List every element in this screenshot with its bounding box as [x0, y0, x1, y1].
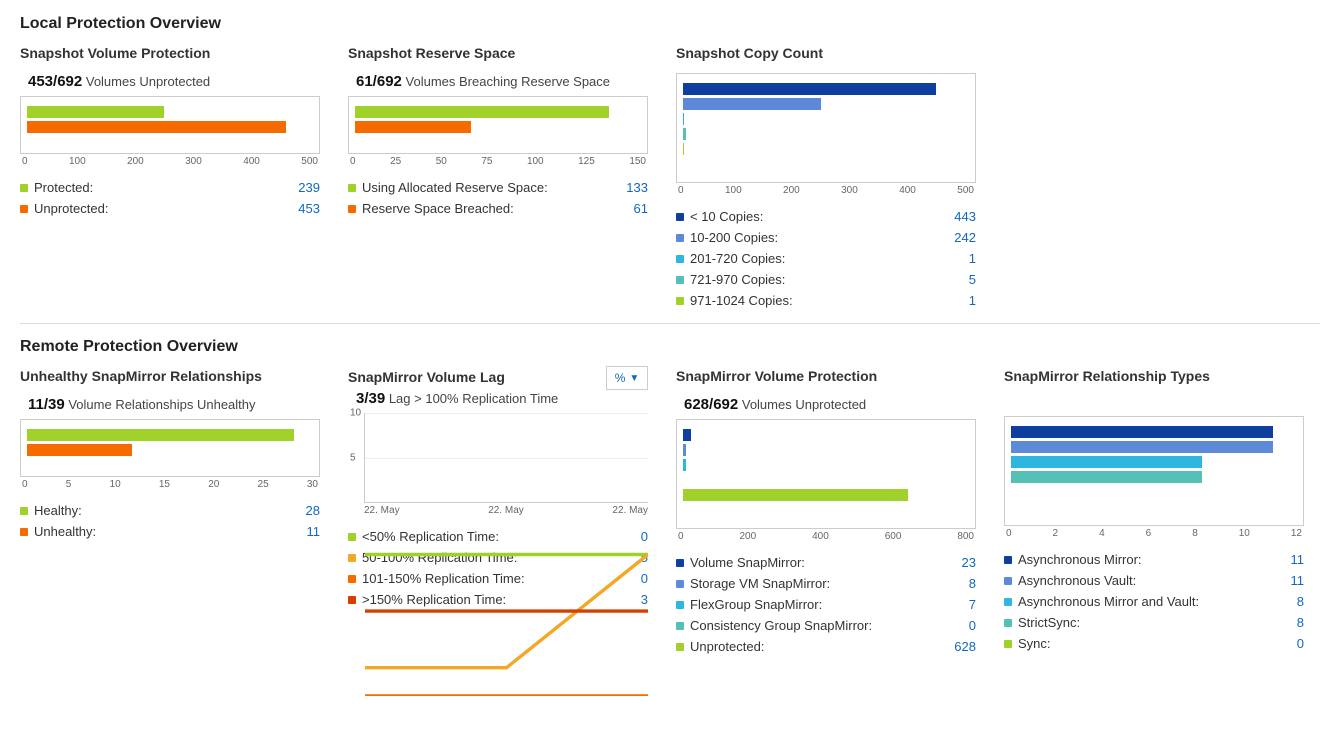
legend-value[interactable]: 453 — [298, 201, 320, 216]
legend-unprotected: Unprotected: — [20, 201, 108, 216]
summary: 3/39 Lag > 100% Replication Time — [356, 390, 648, 407]
legend-value[interactable]: 5 — [969, 272, 976, 287]
card-title: Snapshot Copy Count — [676, 45, 976, 61]
chart — [1004, 416, 1304, 526]
legend-value[interactable]: 239 — [298, 180, 320, 195]
summary: 628/692 Volumes Unprotected — [684, 396, 976, 413]
chart — [20, 419, 320, 477]
chart-line: 10 5 — [364, 413, 648, 503]
legend-item: < 10 Copies: — [676, 209, 763, 224]
chart — [20, 96, 320, 154]
legend-value[interactable]: 8 — [1297, 594, 1304, 609]
legend-item: Asynchronous Mirror: — [1004, 552, 1142, 567]
chart — [676, 73, 976, 183]
section-local-title: Local Protection Overview — [20, 15, 1320, 33]
legend-value[interactable]: 61 — [634, 201, 648, 216]
section-remote-title: Remote Protection Overview — [20, 338, 1320, 356]
legend-item: Unprotected: — [676, 639, 764, 654]
legend-protected: Protected: — [20, 180, 93, 195]
axis-ticks: 0255075100125150 — [348, 156, 648, 167]
summary: 61/692 Volumes Breaching Reserve Space — [356, 73, 648, 90]
card-snapshot-volume: Snapshot Volume Protection 453/692 Volum… — [20, 43, 320, 219]
legend-item: StrictSync: — [1004, 615, 1080, 630]
legend-value[interactable]: 628 — [954, 639, 976, 654]
axis-ticks: 0200400600800 — [676, 531, 976, 542]
legend-value[interactable]: 242 — [954, 230, 976, 245]
card-title: Unhealthy SnapMirror Relationships — [20, 368, 320, 384]
card-title: Snapshot Reserve Space — [348, 45, 648, 61]
legend-item: 721-970 Copies: — [676, 272, 785, 287]
legend-item: Asynchronous Mirror and Vault: — [1004, 594, 1199, 609]
legend-value[interactable]: 0 — [1297, 636, 1304, 651]
legend-value[interactable]: 11 — [1291, 573, 1305, 588]
card-rel-types: SnapMirror Relationship Types 024681012 … — [1004, 366, 1304, 654]
card-title: SnapMirror Relationship Types — [1004, 368, 1304, 384]
legend-value[interactable]: 11 — [1291, 552, 1305, 567]
chart — [676, 419, 976, 529]
legend-item: 201-720 Copies: — [676, 251, 785, 266]
legend-value[interactable]: 0 — [969, 618, 976, 633]
summary: 11/39 Volume Relationships Unhealthy — [28, 396, 320, 413]
card-copy-count: Snapshot Copy Count 0100200300400500 < 1… — [676, 43, 976, 311]
legend-item: Sync: — [1004, 636, 1051, 651]
legend-item: Asynchronous Vault: — [1004, 573, 1136, 588]
card-title: SnapMirror Volume Protection — [676, 368, 976, 384]
legend-item: FlexGroup SnapMirror: — [676, 597, 822, 612]
divider — [20, 323, 1320, 324]
card-unhealthy: Unhealthy SnapMirror Relationships 11/39… — [20, 366, 320, 542]
legend-value[interactable]: 8 — [969, 576, 976, 591]
summary: 453/692 Volumes Unprotected — [28, 73, 320, 90]
chart — [348, 96, 648, 154]
legend-item: Storage VM SnapMirror: — [676, 576, 830, 591]
legend-item: 10-200 Copies: — [676, 230, 778, 245]
legend-item: Consistency Group SnapMirror: — [676, 618, 872, 633]
axis-ticks: 0100200300400500 — [20, 156, 320, 167]
card-title: SnapMirror Volume Lag — [348, 369, 505, 385]
legend-value[interactable]: 7 — [969, 597, 976, 612]
legend-healthy: Healthy: — [20, 503, 82, 518]
legend-value[interactable]: 28 — [306, 503, 320, 518]
legend-using: Using Allocated Reserve Space: — [348, 180, 548, 195]
card-vol-protection: SnapMirror Volume Protection 628/692 Vol… — [676, 366, 976, 657]
legend-value[interactable]: 8 — [1297, 615, 1304, 630]
card-reserve-space: Snapshot Reserve Space 61/692 Volumes Br… — [348, 43, 648, 219]
legend-value[interactable]: 443 — [954, 209, 976, 224]
legend-value[interactable]: 1 — [969, 293, 976, 308]
legend-item: Volume SnapMirror: — [676, 555, 805, 570]
card-title: Snapshot Volume Protection — [20, 45, 320, 61]
legend-value[interactable]: 11 — [307, 524, 321, 539]
lag-unit-select[interactable]: %▼ — [606, 366, 648, 390]
axis-ticks: 0100200300400500 — [676, 185, 976, 196]
legend-item: 971-1024 Copies: — [676, 293, 793, 308]
legend-value[interactable]: 1 — [969, 251, 976, 266]
chevron-down-icon: ▼ — [629, 373, 639, 384]
axis-ticks: 024681012 — [1004, 528, 1304, 539]
legend-value[interactable]: 23 — [962, 555, 976, 570]
legend-unhealthy: Unhealthy: — [20, 524, 96, 539]
legend-breached: Reserve Space Breached: — [348, 201, 514, 216]
legend-value[interactable]: 133 — [626, 180, 648, 195]
card-lag: SnapMirror Volume Lag %▼ 3/39 Lag > 100%… — [348, 366, 648, 610]
axis-ticks: 051015202530 — [20, 479, 320, 490]
